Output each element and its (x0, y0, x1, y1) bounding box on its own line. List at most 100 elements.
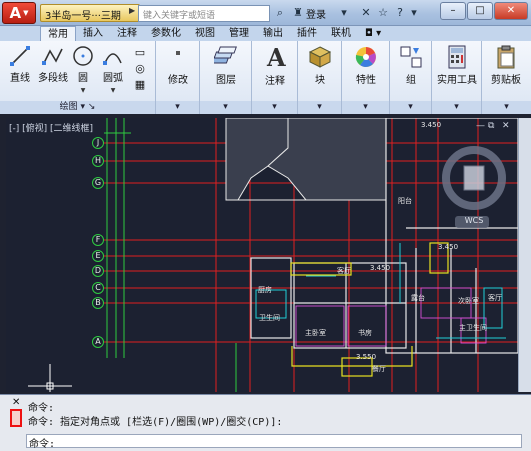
block-panel: 块 ▾ (298, 41, 342, 114)
group-label: 组 (406, 75, 416, 86)
tab-output[interactable]: 输出 (256, 26, 290, 41)
axis-bubble-e: E (92, 250, 104, 262)
axis-bubble-g: G (92, 177, 104, 189)
axis-bubble-c: C (92, 282, 104, 294)
room-label-dining: 餐厅 (372, 365, 386, 373)
annotate-panel-title[interactable]: ▾ (252, 101, 297, 114)
layer-tool[interactable]: 图层 (206, 45, 246, 86)
command-input[interactable]: 命令: (26, 434, 522, 450)
properties-panel-title[interactable]: ▾ (342, 101, 389, 114)
clipboard-icon (497, 45, 515, 69)
properties-panel: 特性 ▾ (342, 41, 390, 114)
move-icon (176, 51, 180, 55)
level-mark-text: 3.550 (356, 353, 377, 361)
viewport-restore-icon[interactable]: ⧉ (488, 121, 494, 131)
command-line-grip[interactable] (10, 409, 22, 427)
polyline-tool[interactable]: 多段线 (36, 45, 70, 84)
wcs-label[interactable]: WCS (461, 216, 487, 225)
minimize-button[interactable]: – (440, 2, 466, 20)
ribbon-options-button[interactable]: ◘ ▾ (358, 26, 388, 41)
draw-panel-title[interactable]: 绘图 ▾ ↘ (0, 101, 155, 114)
block-panel-title[interactable]: ▾ (298, 101, 341, 114)
tab-annotate[interactable]: 注释 (110, 26, 144, 41)
layer-panel-title[interactable]: ▾ (200, 101, 251, 114)
tab-insert[interactable]: 插入 (76, 26, 110, 41)
axis-bubble-j: J (92, 137, 104, 149)
group-tool[interactable]: 组 (394, 45, 428, 86)
utilities-panel-title[interactable]: ▾ (432, 101, 481, 114)
viewport-controls-label[interactable]: [-] [俯视] [二维线框] (9, 121, 93, 134)
table-icon[interactable]: ▦ (135, 78, 145, 91)
arc-label: 圆弧 (103, 73, 123, 84)
axis-bubble-a: A (92, 336, 104, 348)
line-tool[interactable]: 直线 (6, 45, 34, 84)
room-label-terrace: 露台 (411, 294, 425, 302)
properties-label: 特性 (356, 75, 376, 86)
modify-tool[interactable]: 修改 (160, 47, 196, 86)
chevron-down-icon[interactable]: ▾ (336, 5, 352, 21)
hatch-icon[interactable]: ◎ (135, 62, 145, 75)
maximize-button[interactable]: □ (467, 2, 493, 20)
command-line-window: ✕ 命令: 命令: 指定对角点或 [栏选(F)/圈围(WP)/圈交(CP)]: … (0, 394, 531, 451)
ribbon-tab-bar: 常用 插入 注释 参数化 视图 管理 输出 插件 联机 ◘ ▾ (0, 26, 531, 41)
modify-panel: 修改 ▾ (156, 41, 200, 114)
utilities-label: 实用工具 (437, 75, 477, 86)
clipboard-tool[interactable]: 剪贴板 (484, 45, 528, 86)
properties-tool[interactable]: 特性 (348, 45, 384, 86)
close-icon[interactable]: ✕ (12, 397, 20, 408)
tab-view[interactable]: 视图 (188, 26, 222, 41)
user-icon[interactable]: ♜ (290, 5, 306, 21)
tab-manage[interactable]: 管理 (222, 26, 256, 41)
block-tool[interactable]: 块 (304, 45, 336, 86)
layer-label: 图层 (216, 75, 236, 86)
utilities-tool[interactable]: 实用工具 (434, 45, 480, 86)
autocad-logo-icon: A (9, 4, 22, 22)
modify-panel-title[interactable]: ▾ (156, 101, 199, 114)
viewport-close-icon[interactable]: ✕ (502, 121, 510, 131)
draw-panel-title-label: 绘图 (59, 102, 78, 112)
room-label-study: 书房 (358, 329, 372, 337)
exchange-icon[interactable]: ✕ (358, 5, 374, 21)
viewport-minimize-icon[interactable]: — (476, 121, 485, 131)
search-input[interactable]: 键入关键字或短语 (138, 5, 270, 22)
application-menu-button[interactable]: A ▼ (2, 2, 36, 24)
chevron-down-icon[interactable]: ▼ (111, 87, 116, 94)
panel-launcher-icon[interactable]: ↘ (88, 102, 96, 112)
layer-panel: 图层 ▾ (200, 41, 252, 114)
star-icon[interactable]: ☆ (375, 5, 391, 21)
level-mark-text: 3.450 (370, 264, 391, 272)
group-panel-title[interactable]: ▾ (390, 101, 431, 114)
group-icon (400, 46, 422, 68)
group-panel: 组 ▾ (390, 41, 432, 114)
login-button[interactable]: 登录 (306, 6, 326, 21)
tab-home[interactable]: 常用 (40, 26, 76, 41)
close-button[interactable]: ✕ (494, 2, 528, 20)
arc-tool[interactable]: 圆弧 ▼ (100, 45, 126, 95)
document-title[interactable]: 3半岛一号···三期 (40, 4, 140, 22)
binoculars-icon[interactable]: ⌕ (272, 5, 288, 21)
circle-tool[interactable]: 圆 ▼ (70, 45, 96, 95)
vertical-scrollbar[interactable] (518, 118, 531, 392)
rectangle-icon[interactable]: ▭ (135, 46, 145, 59)
chevron-down-icon[interactable]: ▾ (406, 5, 422, 21)
draw-small-tools: ▭ ◎ ▦ (130, 45, 150, 93)
room-label-master-bedroom: 主卧室 (305, 329, 326, 337)
line-label: 直线 (10, 73, 30, 84)
drawing-canvas[interactable]: [-] [俯视] [二维线框] — ⧉ ✕ WCS J H G F E D C … (6, 118, 518, 392)
ribbon-panel-area: 直线 多段线 圆 ▼ 圆弧 ▼ ▭ ◎ ▦ 绘图 ▾ ↘ 修改 ▾ 图层 ▾ A… (0, 41, 531, 114)
draw-panel: 直线 多段线 圆 ▼ 圆弧 ▼ ▭ ◎ ▦ 绘图 ▾ ↘ (0, 41, 156, 114)
tab-online[interactable]: 联机 (324, 26, 358, 41)
modify-label: 修改 (168, 75, 188, 86)
clipboard-panel-title[interactable]: ▾ (482, 101, 531, 114)
annotate-tool[interactable]: A 注释 (256, 44, 294, 87)
arc-icon (103, 53, 122, 65)
title-overflow-icon[interactable]: ▶ (129, 6, 135, 15)
level-mark-text: 3.450 (421, 121, 442, 129)
polyline-label: 多段线 (38, 73, 68, 84)
tab-plugins[interactable]: 插件 (290, 26, 324, 41)
utilities-panel: 实用工具 ▾ (432, 41, 482, 114)
axis-bubble-b: B (92, 297, 104, 309)
tab-parametric[interactable]: 参数化 (144, 26, 188, 41)
command-history-line: 命令: 指定对角点或 [栏选(F)/圈围(WP)/圈交(CP)]: (28, 417, 283, 428)
chevron-down-icon[interactable]: ▼ (81, 87, 86, 94)
